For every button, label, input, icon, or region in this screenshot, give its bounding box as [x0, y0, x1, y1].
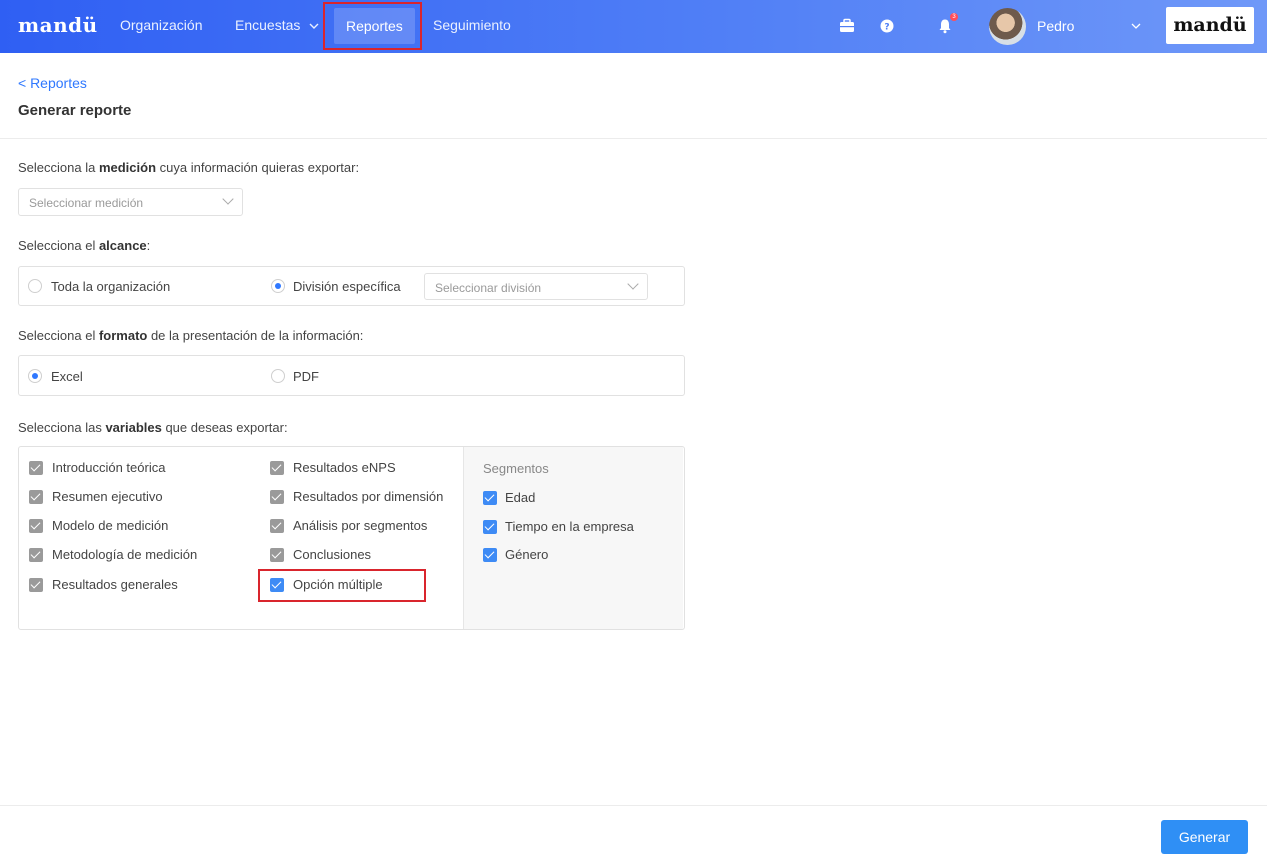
brand-logo[interactable]: mandü	[18, 13, 98, 37]
radio-division-especifica[interactable]	[271, 279, 285, 293]
notification-badge: 3	[950, 13, 958, 21]
radio-excel[interactable]	[28, 369, 42, 383]
segmentos-title: Segmentos	[483, 461, 549, 476]
checkbox-label: Edad	[505, 490, 536, 505]
radio-pdf[interactable]	[271, 369, 285, 383]
checkbox-label: Resumen ejecutivo	[52, 489, 163, 504]
medicion-select[interactable]: Seleccionar medición	[18, 188, 243, 216]
checkbox-label: Resultados eNPS	[293, 460, 396, 475]
help-icon[interactable]: ?	[877, 16, 897, 36]
checkbox-label: Introducción teórica	[52, 460, 166, 475]
chevron-down-icon	[627, 278, 639, 290]
checkbox-label: Conclusiones	[293, 547, 372, 562]
svg-text:?: ?	[884, 23, 889, 33]
formato-panel	[18, 355, 685, 396]
chevron-down-icon	[222, 193, 234, 205]
radio-toda-organizacion-label: Toda la organización	[51, 279, 171, 294]
checkbox-resumen-ejecutivo[interactable]	[29, 490, 43, 504]
generate-button[interactable]: Generar	[1161, 820, 1248, 854]
checkbox-label: Tiempo en la empresa	[505, 519, 634, 534]
checkbox-label: Modelo de medición	[52, 518, 169, 533]
formato-label: Selecciona el formato de la presentación…	[18, 328, 364, 343]
user-name[interactable]: Pedro	[1037, 18, 1074, 34]
radio-pdf-label: PDF	[293, 369, 319, 384]
checkbox-genero[interactable]	[483, 548, 497, 562]
checkbox-label: Análisis por segmentos	[293, 518, 428, 533]
nav-item-organizacion[interactable]: Organización	[120, 17, 203, 33]
nav-item-seguimiento[interactable]: Seguimiento	[433, 17, 511, 33]
checkbox-introduccion-teorica[interactable]	[29, 461, 43, 475]
checkbox-label: Resultados generales	[52, 577, 178, 592]
checkbox-label: Metodología de medición	[52, 547, 198, 562]
checkbox-resultados-generales[interactable]	[29, 578, 43, 592]
checkbox-metodologia-medicion[interactable]	[29, 548, 43, 562]
checkbox-tiempo-empresa[interactable]	[483, 520, 497, 534]
variables-label: Selecciona las variables que deseas expo…	[18, 420, 288, 435]
radio-toda-organizacion[interactable]	[28, 279, 42, 293]
checkbox-modelo-medicion[interactable]	[29, 519, 43, 533]
page-title: Generar reporte	[18, 102, 132, 119]
footer-divider	[0, 805, 1267, 806]
briefcase-icon[interactable]	[837, 16, 857, 36]
top-nav: mandü Organización Encuestas Reportes Se…	[0, 0, 1267, 53]
nav-item-encuestas-label: Encuestas	[235, 17, 301, 33]
nav-item-encuestas[interactable]: Encuestas	[235, 17, 319, 33]
medicion-select-placeholder: Seleccionar medición	[29, 196, 144, 210]
checkbox-edad[interactable]	[483, 491, 497, 505]
checkbox-resultados-dimension[interactable]	[270, 490, 284, 504]
chevron-down-icon	[309, 23, 319, 29]
division-select[interactable]: Seleccionar división	[424, 273, 648, 300]
radio-excel-label: Excel	[51, 369, 83, 384]
checkbox-analisis-segmentos[interactable]	[270, 519, 284, 533]
opcion-multiple-highlight-box	[258, 569, 426, 602]
back-link-reportes[interactable]: < Reportes	[18, 75, 87, 91]
client-logo: mandü	[1166, 7, 1254, 44]
checkbox-resultados-enps[interactable]	[270, 461, 284, 475]
alcance-label: Selecciona el alcance:	[18, 238, 151, 253]
user-menu-chevron-icon[interactable]	[1130, 21, 1142, 31]
division-select-placeholder: Seleccionar división	[435, 281, 542, 295]
reportes-highlight-box	[323, 2, 422, 50]
checkbox-label: Género	[505, 547, 549, 562]
avatar[interactable]	[989, 8, 1026, 45]
medicion-label: Selecciona la medición cuya información …	[18, 160, 360, 175]
radio-division-especifica-label: División específica	[293, 279, 401, 294]
checkbox-label: Resultados por dimensión	[293, 489, 444, 504]
checkbox-conclusiones[interactable]	[270, 548, 284, 562]
header-divider	[0, 138, 1267, 139]
